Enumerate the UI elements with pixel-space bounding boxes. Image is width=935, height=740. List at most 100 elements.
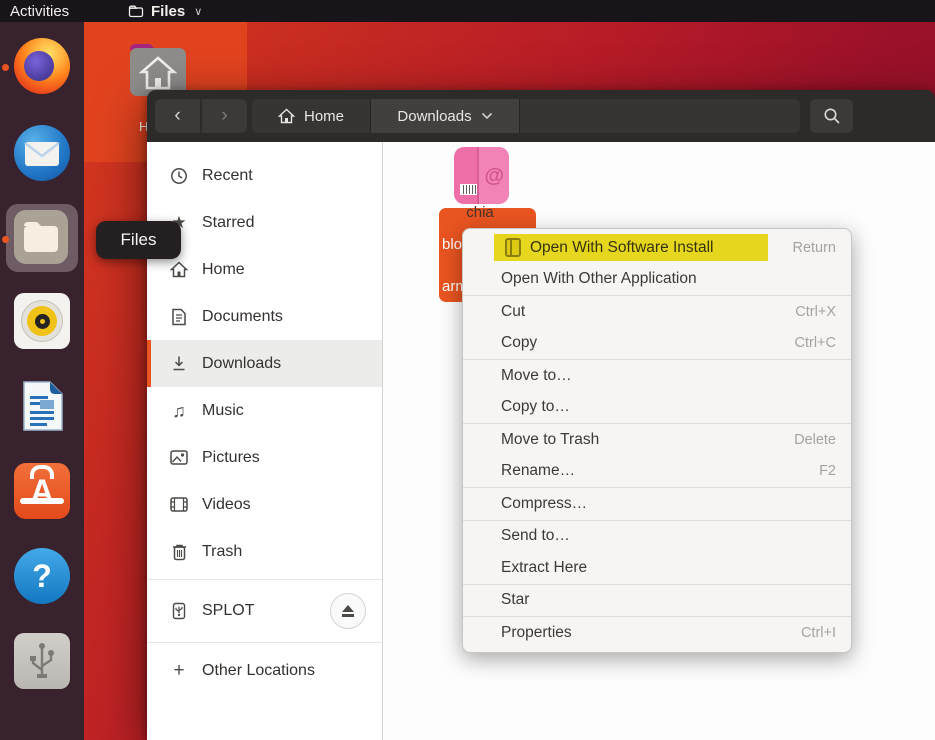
path-bar-empty[interactable] — [520, 99, 800, 133]
annotation-highlight: Open With Software Install — [494, 234, 768, 261]
chevron-down-icon — [481, 112, 493, 120]
sidebar-item-home[interactable]: Home — [147, 246, 382, 293]
sidebar-item-downloads[interactable]: Downloads — [147, 340, 382, 387]
download-icon — [169, 355, 189, 373]
software-letter: A — [14, 473, 70, 510]
sidebar-label: Pictures — [202, 449, 260, 467]
usb-drive-icon[interactable] — [14, 633, 70, 689]
breadcrumb-downloads[interactable]: Downloads — [371, 99, 519, 133]
file-label-chia[interactable]: chia — [441, 204, 519, 221]
menu-item-open-with-software-install[interactable]: Open With Software Install Return — [463, 232, 851, 264]
sidebar-item-recent[interactable]: Recent — [147, 152, 382, 199]
envelope-icon — [24, 141, 60, 167]
rhythmbox-icon[interactable] — [14, 293, 70, 349]
menu-item-rename[interactable]: Rename… F2 — [463, 456, 851, 488]
menu-item-copy[interactable]: Copy Ctrl+C — [463, 328, 851, 360]
sidebar-label: Other Locations — [202, 662, 315, 680]
breadcrumb-home[interactable]: Home — [252, 99, 370, 133]
plus-icon: + — [169, 661, 189, 680]
top-bar: Activities Files ∨ — [0, 0, 935, 22]
dock-tooltip: Files — [96, 221, 181, 259]
dock: A ? — [0, 22, 84, 740]
header-bar: ‹ › Home Downloads — [147, 90, 935, 142]
menu-item-move-to[interactable]: Move to… — [463, 360, 851, 392]
shortcut-label: Ctrl+X — [795, 304, 836, 320]
sidebar-item-other-locations[interactable]: + Other Locations — [147, 647, 382, 694]
sidebar-label: Documents — [202, 308, 283, 326]
search-icon — [823, 107, 841, 125]
path-bar: Home Downloads — [252, 99, 800, 133]
shortcut-label: Return — [792, 240, 836, 256]
usb-icon — [169, 602, 189, 620]
libreoffice-writer-icon[interactable] — [14, 378, 70, 434]
firefox-icon[interactable] — [14, 38, 70, 94]
sidebar-item-starred[interactable]: ★ Starred — [147, 199, 382, 246]
usb-trident-icon — [25, 642, 59, 680]
music-icon: ♫ — [169, 402, 189, 420]
home-icon — [278, 108, 295, 124]
sidebar-separator — [147, 579, 382, 580]
context-menu: Open With Software Install Return Open W… — [462, 228, 852, 653]
sidebar-label: Home — [202, 261, 245, 279]
debian-swirl-icon: @ — [484, 165, 504, 188]
menu-item-extract-here[interactable]: Extract Here — [463, 552, 851, 584]
sidebar-item-splot-drive[interactable]: SPLOT — [147, 584, 382, 638]
sidebar-item-music[interactable]: ♫ Music — [147, 387, 382, 434]
forward-button[interactable]: › — [202, 99, 247, 133]
eject-button[interactable] — [330, 593, 366, 629]
sidebar-label: Recent — [202, 167, 253, 185]
sidebar-label: SPLOT — [202, 602, 254, 620]
clock-icon — [169, 167, 189, 185]
menu-item-open-with-other-application[interactable]: Open With Other Application — [463, 264, 851, 296]
sidebar-item-documents[interactable]: Documents — [147, 293, 382, 340]
shortcut-label: F2 — [819, 463, 836, 479]
menu-item-compress[interactable]: Compress… — [463, 488, 851, 520]
running-indicator-files — [2, 236, 9, 243]
search-button[interactable] — [810, 99, 853, 133]
sidebar-label: Starred — [202, 214, 254, 232]
app-menu-button[interactable]: Files ∨ — [128, 3, 202, 20]
files-icon[interactable] — [14, 210, 70, 266]
shortcut-label: Ctrl+C — [795, 335, 837, 351]
folder-icon — [128, 5, 144, 18]
menu-item-copy-to[interactable]: Copy to… — [463, 392, 851, 424]
activities-button[interactable]: Activities — [10, 3, 69, 20]
sidebar-item-pictures[interactable]: Pictures — [147, 434, 382, 481]
screen: H — [0, 0, 935, 740]
software-install-icon — [505, 238, 521, 257]
menu-item-move-to-trash[interactable]: Move to Trash Delete — [463, 424, 851, 456]
picture-icon — [169, 450, 189, 465]
help-icon[interactable]: ? — [14, 548, 70, 604]
sidebar-item-videos[interactable]: Videos — [147, 481, 382, 528]
app-menu-label: Files — [151, 3, 185, 20]
thunderbird-icon[interactable] — [14, 125, 70, 181]
sidebar-separator — [147, 642, 382, 643]
question-mark: ? — [32, 558, 52, 595]
ubuntu-software-icon[interactable]: A — [14, 463, 70, 519]
breadcrumb-downloads-label: Downloads — [397, 108, 471, 125]
home-folder-icon — [126, 36, 190, 98]
sidebar-label: Downloads — [202, 355, 281, 373]
deb-package-icon[interactable]: @ — [454, 147, 509, 204]
shortcut-label: Delete — [794, 432, 836, 448]
sidebar-item-trash[interactable]: Trash — [147, 528, 382, 575]
chevron-down-icon: ∨ — [194, 5, 202, 18]
sidebar-label: Music — [202, 402, 244, 420]
breadcrumb-home-label: Home — [304, 108, 344, 125]
barcode-decal — [460, 184, 477, 195]
shortcut-label: Ctrl+I — [801, 625, 836, 641]
menu-item-properties[interactable]: Properties Ctrl+I — [463, 617, 851, 649]
document-icon — [169, 308, 189, 326]
sidebar-label: Trash — [202, 543, 242, 561]
eject-icon — [342, 605, 354, 612]
sidebar: Recent ★ Starred Home Documents — [147, 142, 383, 740]
running-indicator-firefox — [2, 64, 9, 71]
firefox-globe — [24, 51, 54, 81]
suitcase-band — [20, 498, 64, 504]
menu-item-cut[interactable]: Cut Ctrl+X — [463, 296, 851, 328]
menu-item-star[interactable]: Star — [463, 585, 851, 617]
back-button[interactable]: ‹ — [155, 99, 200, 133]
selected-file-label-line1: blo — [442, 236, 462, 253]
menu-item-send-to[interactable]: Send to… — [463, 521, 851, 553]
nautilus-folder — [14, 210, 68, 264]
